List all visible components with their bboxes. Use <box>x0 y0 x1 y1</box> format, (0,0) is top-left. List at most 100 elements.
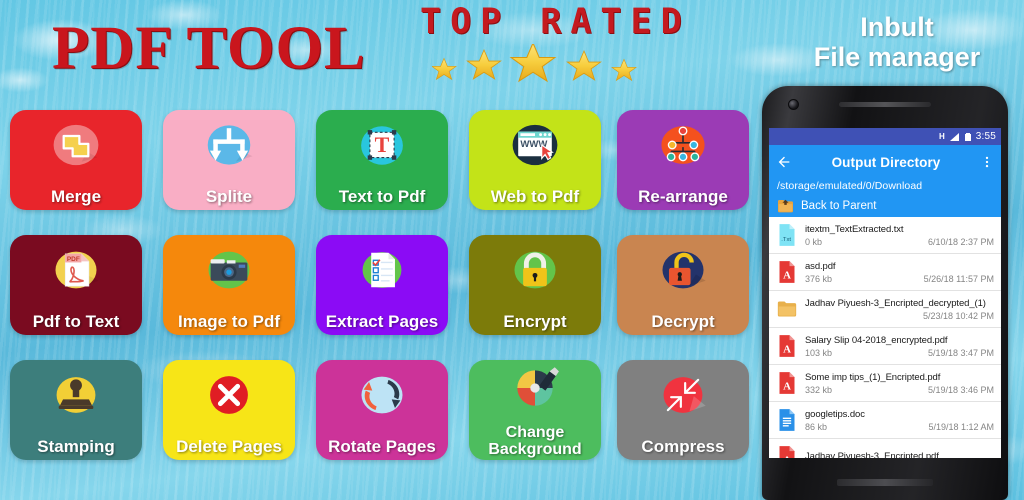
pdf-document-icon: PDF <box>55 251 99 289</box>
pdf-file-icon: A <box>779 261 795 283</box>
file-sub: 5/23/18 10:42 PM <box>805 311 994 321</box>
file-meta: itextm_TextExtracted.txt 0 kb 6/10/18 2:37… <box>805 224 994 247</box>
tile-compress[interactable]: Compress <box>617 360 749 460</box>
tile-label: Extract Pages <box>325 311 439 331</box>
file-row[interactable]: Aasd.pdf 376 kb 5/26/18 11:57 PM <box>769 254 1001 291</box>
rubber-stamp-icon <box>56 377 96 413</box>
current-path-text: /storage/emulated/0/Download <box>777 180 923 192</box>
file-name: googletips.doc <box>805 408 865 420</box>
tile-label: Splite <box>205 186 253 206</box>
phone-screen: H 3:55 Output Directory /storage/emulate… <box>769 128 1001 458</box>
tile-label: Encrypt <box>503 311 567 331</box>
file-list[interactable]: .Txt itextm_TextExtracted.txt 0 kb 6/10/18 … <box>769 217 1001 458</box>
tile-label: Stamping <box>37 436 115 456</box>
file-sub: 376 kb 5/26/18 11:57 PM <box>805 274 994 284</box>
app-bar-title: Output Directory <box>831 154 941 170</box>
text-select-icon-wrap: T <box>316 116 448 174</box>
merge-shapes-icon <box>53 124 99 166</box>
file-size: 376 kb <box>805 273 833 284</box>
android-status-bar: H 3:55 <box>769 128 1001 145</box>
file-meta: asd.pdf 376 kb 5/26/18 11:57 PM <box>805 261 994 284</box>
file-size: 103 kb <box>805 347 833 358</box>
rating-stars <box>432 44 637 83</box>
svg-text:A: A <box>783 455 791 458</box>
file-date: 5/23/18 10:42 PM <box>922 310 994 321</box>
camera-icon <box>208 251 250 289</box>
file-meta: Jadhav Piyuesh-3_Encripted.pdf <box>805 451 994 459</box>
file-name: itextm_TextExtracted.txt <box>805 223 904 235</box>
tile-decrypt[interactable]: Decrypt <box>617 235 749 335</box>
tile-text-to-pdf[interactable]: T Text to Pdf <box>316 110 448 210</box>
color-palette-icon <box>517 367 559 406</box>
hierarchy-tree-icon <box>661 126 705 164</box>
tile-re-arrange[interactable]: Re-arrange <box>617 110 749 210</box>
page-title: PDF TOOL <box>52 15 366 82</box>
file-row[interactable]: Jadhav Piyuesh-3_Encripted_decrypted_(1)… <box>769 291 1001 328</box>
file-row[interactable]: googletips.doc 86 kb 5/19/18 1:12 AM <box>769 402 1001 439</box>
open-lock-icon-wrap <box>617 241 749 299</box>
tile-label: Merge <box>50 186 102 206</box>
signal-bars-icon <box>949 132 959 141</box>
merge-shapes-icon-wrap <box>10 116 142 174</box>
back-to-parent-row[interactable]: Back to Parent <box>769 195 1001 217</box>
file-date: 5/19/18 3:47 PM <box>927 347 994 358</box>
top-rated-badge-text: TOP RATED <box>420 2 691 42</box>
file-row[interactable]: A Salary Slip 04-2018_encrypted.pdf 103 kb… <box>769 328 1001 365</box>
phone-top-bezel <box>762 86 1008 128</box>
tile-encrypt[interactable]: Encrypt <box>469 235 601 335</box>
file-row[interactable]: .Txt itextm_TextExtracted.txt 0 kb 6/10/18 … <box>769 217 1001 254</box>
pdf-document-icon-wrap: PDF <box>10 241 142 299</box>
phone-mockup: H 3:55 Output Directory /storage/emulate… <box>762 86 1008 500</box>
file-sub: 0 kb 6/10/18 2:37 PM <box>805 237 994 247</box>
tile-pdf-to-text[interactable]: PDF Pdf to Text <box>10 235 142 335</box>
file-row[interactable]: A Jadhav Piyuesh-3_Encripted.pdf <box>769 439 1001 458</box>
browser-www-icon: WWW <box>512 124 558 166</box>
tile-label: Text to Pdf <box>338 186 426 206</box>
hierarchy-tree-icon-wrap <box>617 116 749 174</box>
current-path-area: /storage/emulated/0/Download <box>769 179 1001 195</box>
earpiece-speaker <box>839 102 931 107</box>
tile-image-to-pdf[interactable]: Image to Pdf <box>163 235 295 335</box>
tile-merge[interactable]: Merge <box>10 110 142 210</box>
tile-splite[interactable]: Splite <box>163 110 295 210</box>
tile-rotate-pages[interactable]: Rotate Pages <box>316 360 448 460</box>
tile-label: Change Background <box>488 424 582 458</box>
camera-icon-wrap <box>163 241 295 299</box>
tile-delete-pages[interactable]: Delete Pages <box>163 360 295 460</box>
phone-bottom-speaker <box>837 479 933 486</box>
more-vertical-icon[interactable] <box>980 154 994 170</box>
file-sub: 86 kb 5/19/18 1:12 AM <box>805 422 994 432</box>
text-select-icon: T <box>361 125 403 165</box>
file-meta: Jadhav Piyuesh-3_Encripted_decrypted_(1)… <box>805 298 994 321</box>
file-row[interactable]: A Some imp tips_(1)_Encripted.pdf 332 kb 5/… <box>769 365 1001 402</box>
closed-lock-icon <box>514 251 556 289</box>
tile-web-to-pdf[interactable]: WWW Web to Pdf <box>469 110 601 210</box>
checklist-page-icon-wrap <box>316 241 448 299</box>
cross-circle-icon <box>210 376 248 414</box>
tile-label: Compress <box>641 436 725 456</box>
rotate-arrows-icon-wrap <box>316 366 448 424</box>
tile-change-background[interactable]: Change Background <box>469 360 601 460</box>
rubber-stamp-icon-wrap <box>10 366 142 424</box>
svg-text:.Txt: .Txt <box>781 237 791 243</box>
folder-up-icon <box>778 199 793 213</box>
back-to-parent-label: Back to Parent <box>801 199 877 212</box>
file-date: 6/10/18 2:37 PM <box>927 236 994 247</box>
file-name: asd.pdf <box>805 260 836 272</box>
file-meta: Salary Slip 04-2018_encrypted.pdf 103 kb 5… <box>805 335 994 358</box>
file-sub: 103 kb 5/19/18 3:47 PM <box>805 348 994 358</box>
cross-circle-icon-wrap <box>163 366 295 424</box>
split-arrows-icon <box>207 125 253 165</box>
open-lock-icon <box>662 251 706 289</box>
file-date: 5/19/18 1:12 AM <box>928 421 994 432</box>
closed-lock-icon-wrap <box>469 241 601 299</box>
status-clock: 3:55 <box>975 131 996 142</box>
tile-label: Re-arrange <box>638 186 728 206</box>
tile-extract-pages[interactable]: Extract Pages <box>316 235 448 335</box>
tile-label: Rotate Pages <box>328 436 436 456</box>
tile-label: Image to Pdf <box>177 311 280 331</box>
arrow-back-icon[interactable] <box>776 154 792 170</box>
tile-stamping[interactable]: Stamping <box>10 360 142 460</box>
file-size: 332 kb <box>805 384 833 395</box>
pdf-file-icon: A <box>779 372 795 394</box>
